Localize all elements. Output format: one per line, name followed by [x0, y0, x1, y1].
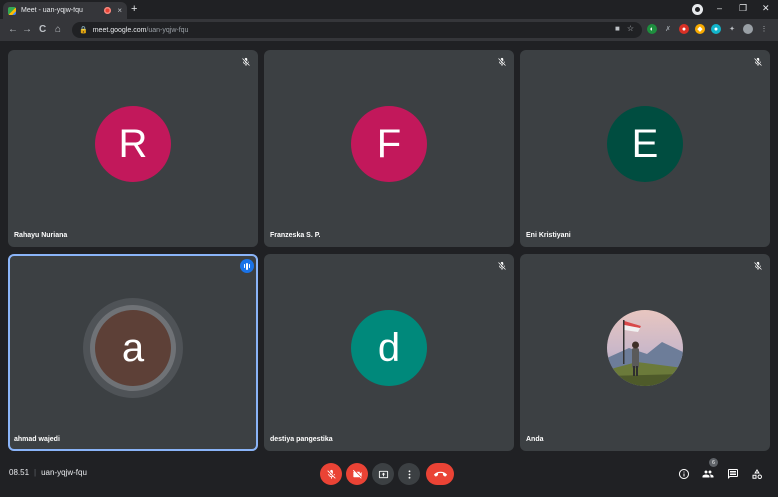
extension-3-icon[interactable]: ● — [679, 24, 689, 34]
participant-name: Franzeska S. P. — [270, 232, 321, 239]
menu-icon[interactable]: ⋮ — [759, 24, 769, 34]
participant-name: ahmad wajedi — [14, 436, 60, 443]
url-path: /uan-yqjw-fqu — [146, 26, 189, 34]
participant-count-badge: 6 — [709, 458, 718, 467]
end-call-icon — [433, 471, 447, 477]
tab-title: Meet - uan-yqjw-fqu — [21, 7, 83, 14]
info-icon — [679, 469, 689, 479]
tab-strip: Meet - uan-yqjw-fqu × + – ❐ ✕ — [0, 0, 778, 19]
chat-button[interactable] — [726, 467, 740, 481]
participant-tile-active[interactable]: a ahmad wajedi — [8, 254, 258, 451]
activities-shapes-icon — [752, 469, 762, 479]
people-icon — [702, 470, 714, 478]
participant-name: Anda — [526, 436, 544, 443]
url-host: meet.google.com — [92, 26, 147, 34]
profile-avatar-icon[interactable] — [743, 24, 753, 34]
meeting-info: 08.51 | uan-yqjw-fqu — [9, 468, 87, 477]
self-photo-avatar — [607, 310, 683, 386]
participant-tile[interactable]: d destiya pangestika — [264, 254, 514, 451]
mic-off-icon — [242, 57, 250, 66]
home-button[interactable]: ⌂ — [55, 24, 61, 35]
present-screen-icon — [378, 470, 388, 478]
avatar: E — [607, 106, 683, 182]
present-screen-button[interactable] — [372, 463, 394, 485]
back-button[interactable]: ← — [8, 24, 18, 35]
camera-permission-icon[interactable]: ■ — [615, 24, 620, 33]
meet-favicon-icon — [8, 6, 16, 15]
extension-2-icon[interactable]: ✗ — [663, 24, 673, 34]
extension-1-icon[interactable]: ◐ — [647, 24, 657, 34]
tab-meet[interactable]: Meet - uan-yqjw-fqu × — [3, 2, 127, 19]
forward-button[interactable]: → — [22, 24, 32, 35]
avatar: a — [95, 310, 171, 386]
extension-4-icon[interactable]: ◆ — [695, 24, 705, 34]
more-vert-icon — [408, 469, 410, 479]
participant-name: destiya pangestika — [270, 436, 333, 443]
mic-off-icon — [326, 469, 336, 479]
meeting-time: 08.51 — [9, 468, 30, 477]
activities-button[interactable] — [750, 467, 764, 481]
more-options-button[interactable] — [398, 463, 420, 485]
participant-name: Rahayu Nuriana — [14, 232, 68, 239]
meeting-code: uan-yqjw-fqu — [41, 468, 87, 477]
tab-close-button[interactable]: × — [117, 6, 122, 15]
minimize-button[interactable]: – — [717, 3, 722, 13]
lock-icon: 🔒 — [79, 27, 88, 34]
extension-5-icon[interactable]: ● — [711, 24, 721, 34]
address-bar[interactable]: 🔒 meet.google.com/uan-yqjw-fqu ■ ☆ — [72, 22, 642, 38]
close-window-button[interactable]: ✕ — [762, 3, 770, 13]
meeting-info-separator: | — [34, 468, 37, 477]
participant-name: Eni Kristiyani — [526, 232, 571, 239]
speaking-indicator-icon — [240, 259, 254, 273]
participant-tile[interactable]: F Franzeska S. P. — [264, 50, 514, 247]
chat-icon — [728, 469, 738, 479]
participant-tile-self[interactable]: Anda — [520, 254, 770, 451]
recording-indicator-icon — [104, 7, 112, 14]
bookmark-star-icon[interactable]: ☆ — [627, 24, 634, 33]
mic-off-icon — [754, 57, 762, 66]
meeting-controls-bar: 08.51 | uan-yqjw-fqu — [0, 455, 778, 497]
maximize-button[interactable]: ❐ — [739, 3, 747, 13]
mic-off-icon — [754, 261, 762, 270]
participants-button[interactable] — [701, 467, 715, 481]
mic-off-icon — [498, 57, 506, 66]
avatar: F — [351, 106, 427, 182]
participant-tile[interactable]: E Eni Kristiyani — [520, 50, 770, 247]
avatar: R — [95, 106, 171, 182]
reload-button[interactable]: C — [39, 24, 46, 35]
leave-call-button[interactable] — [426, 463, 454, 485]
profile-indicator-icon[interactable] — [692, 4, 703, 15]
camera-off-icon — [352, 469, 362, 479]
puzzle-icon[interactable]: ✦ — [727, 24, 737, 34]
meeting-details-button[interactable] — [677, 467, 691, 481]
avatar: d — [351, 310, 427, 386]
mic-toggle-button[interactable] — [320, 463, 342, 485]
extensions-area: ◐ ✗ ● ◆ ● ✦ ⋮ — [647, 24, 769, 34]
mic-off-icon — [498, 261, 506, 270]
new-tab-button[interactable]: + — [131, 3, 137, 15]
participant-tile[interactable]: R Rahayu Nuriana — [8, 50, 258, 247]
camera-toggle-button[interactable] — [346, 463, 368, 485]
